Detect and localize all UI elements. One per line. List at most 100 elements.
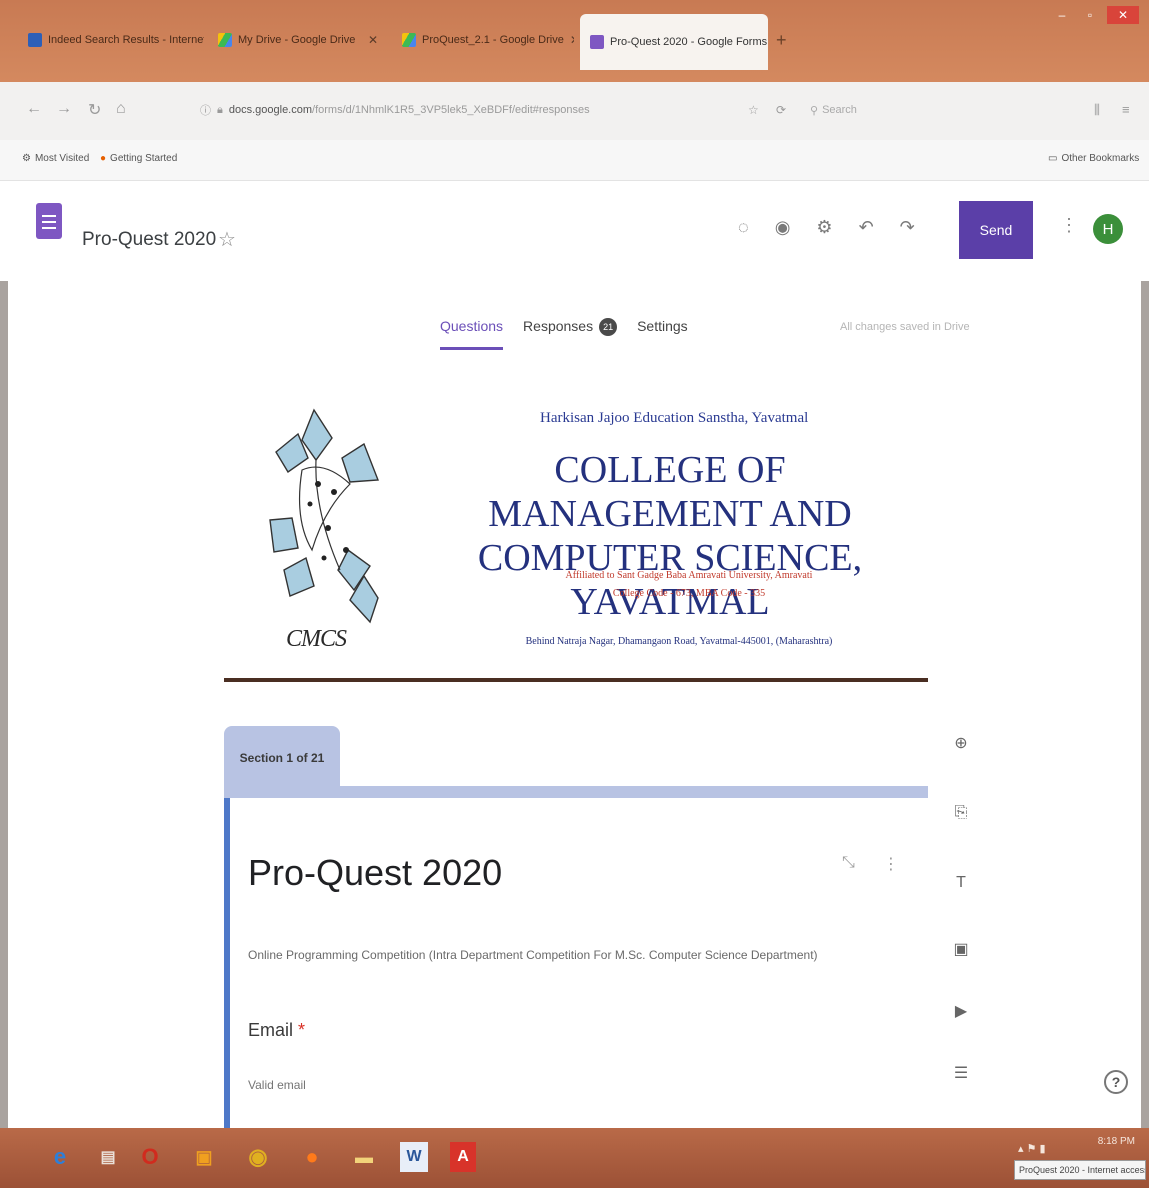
tab-responses[interactable]: Responses 21	[523, 318, 618, 350]
file-explorer-pin-icon[interactable]: ▤	[88, 1137, 128, 1177]
form-description[interactable]: Online Programming Competition (Intra De…	[248, 948, 908, 962]
bookmark-star-icon[interactable]: ☆	[748, 103, 759, 117]
section-label: Section 1 of 21	[224, 726, 340, 790]
reader-icon[interactable]: ⟳	[776, 103, 786, 117]
system-tray-icons[interactable]: ▴ ⚑ ▮	[1018, 1142, 1046, 1155]
college-name-line-1: COLLEGE OF MANAGEMENT AND	[488, 449, 852, 535]
browser-tab-label: ProQuest_2.1 - Google Drive	[422, 34, 564, 46]
internet-explorer-icon[interactable]: e	[40, 1137, 80, 1177]
bookmark-label: Other Bookmarks	[1061, 153, 1140, 164]
browser-tab-indeed[interactable]: Indeed Search Results - Internet ✕	[18, 18, 204, 62]
browser-tab-label: Pro-Quest 2020 - Google Forms	[610, 36, 768, 48]
bookmarks-bar: ⚙ Most Visited ● Getting Started ▭ Other…	[0, 140, 1149, 181]
sanstha-name: Harkisan Jajoo Education Sanstha, Yavatm…	[540, 410, 809, 426]
home-icon[interactable]: ⌂	[116, 100, 126, 118]
chrome-icon[interactable]: ◉	[238, 1137, 278, 1177]
card-title[interactable]: Pro-Quest 2020	[248, 852, 502, 894]
avatar[interactable]: H	[1093, 214, 1123, 244]
close-tab-icon[interactable]: ✕	[368, 33, 378, 47]
form-title-card[interactable]: Pro-Quest 2020 ⤡ ⋮ Online Programming Co…	[224, 798, 928, 1128]
preview-eye-icon[interactable]: ◉	[775, 217, 791, 238]
search-box[interactable]: ⚲ Search	[810, 96, 970, 124]
browser-tab-label: Indeed Search Results - Internet	[48, 34, 204, 46]
reload-icon[interactable]: ↻	[88, 100, 101, 120]
settings-gear-icon[interactable]: ⚙	[816, 217, 832, 238]
drive-icon	[402, 33, 416, 47]
lock-icon: 🔒︎	[217, 103, 223, 116]
add-section-icon[interactable]: ☰	[950, 1062, 972, 1084]
close-tab-icon[interactable]: ✕	[570, 33, 574, 47]
import-questions-icon[interactable]: ⎘	[950, 802, 972, 824]
undo-icon[interactable]: ↶	[859, 217, 874, 238]
url-text: docs.google.com/forms/d/1NhmlK1R5_3VP5le…	[228, 104, 590, 116]
email-question-label: Email *	[248, 1020, 306, 1040]
add-video-icon[interactable]: ▶	[950, 1000, 972, 1022]
taskbar: e ▤ O ▣ ◉ ● ▬ W A ▴ ⚑ ▮ 8:18 PM	[0, 1128, 1149, 1188]
window-close-icon[interactable]: ✕	[1107, 6, 1139, 24]
toolbox-icon[interactable]: ▣	[184, 1137, 224, 1177]
form-title[interactable]: Pro-Quest 2020	[82, 229, 216, 251]
responses-count-badge: 21	[599, 318, 618, 336]
add-title-icon[interactable]: T	[950, 872, 972, 894]
college-address: Behind Natraja Nagar, Dhamangaon Road, Y…	[525, 636, 833, 647]
tab-settings[interactable]: Settings	[637, 318, 688, 350]
drive-icon	[218, 33, 232, 47]
opera-icon[interactable]: O	[130, 1137, 170, 1177]
forward-icon[interactable]: →	[56, 100, 72, 118]
search-placeholder: Search	[822, 104, 857, 116]
section-bar	[224, 786, 928, 798]
search-icon: ⚲	[810, 104, 819, 117]
palette-icon[interactable]: ◌	[738, 217, 749, 238]
firefox-taskbar-icon[interactable]: ●	[292, 1137, 332, 1177]
word-icon[interactable]: W	[400, 1142, 428, 1172]
info-icon: ⓘ	[200, 105, 211, 117]
browser-navbar: ← → ↻ ⌂ ⓘ 🔒︎ docs.google.com/forms/d/1Nh…	[0, 82, 1149, 140]
window-controls: – ▫ ✕	[1051, 6, 1139, 24]
indeed-favicon-icon	[28, 33, 42, 47]
minimize-icon[interactable]: –	[1051, 6, 1073, 24]
star-icon[interactable]: ☆	[218, 227, 236, 252]
browser-tab-proquest-drive[interactable]: ProQuest_2.1 - Google Drive ✕	[392, 18, 574, 62]
email-field[interactable]	[248, 1078, 548, 1092]
forms-header: Pro-Quest 2020 ☆ ◌ ◉ ⚙ ↶ ↷ Send ⋮ H	[0, 181, 1149, 281]
back-icon[interactable]: ←	[26, 100, 42, 118]
new-tab-icon[interactable]: +	[776, 30, 787, 51]
other-bookmarks[interactable]: ▭ Other Bookmarks	[1048, 153, 1139, 164]
folder-icon: ▭	[1048, 153, 1058, 164]
library-icon[interactable]: ⫼	[1094, 102, 1100, 118]
redo-icon[interactable]: ↷	[900, 217, 915, 238]
menu-icon[interactable]: ≡	[1122, 102, 1130, 117]
required-asterisk: *	[298, 1020, 306, 1040]
collapse-icon[interactable]: ⤡	[842, 854, 855, 874]
firefox-icon: ●	[100, 153, 107, 164]
card-more-vert-icon[interactable]: ⋮	[883, 854, 899, 874]
help-icon[interactable]: ?	[1104, 1070, 1128, 1094]
folder-taskbar-icon[interactable]: ▬	[344, 1137, 384, 1177]
bookmark-most-visited[interactable]: ⚙ Most Visited	[22, 153, 89, 164]
taskbar-clock[interactable]: 8:18 PM	[1098, 1136, 1135, 1147]
send-button[interactable]: Send	[959, 201, 1033, 259]
add-question-icon[interactable]: ⊕	[950, 732, 972, 754]
tab-questions[interactable]: Questions	[440, 318, 504, 350]
browser-tabbar: Indeed Search Results - Internet ✕ My Dr…	[0, 0, 1149, 82]
header-banner: CMCS Harkisan Jajoo Education Sanstha, Y…	[224, 390, 928, 690]
add-image-icon[interactable]: ▣	[950, 938, 972, 960]
forms-logo-icon[interactable]	[36, 203, 62, 239]
browser-tab-label: My Drive - Google Drive	[238, 34, 356, 46]
browser-tab-forms[interactable]: Pro-Quest 2020 - Google Forms ✕	[580, 14, 768, 70]
bookmark-label: Getting Started	[110, 153, 178, 164]
college-logo-icon	[269, 408, 379, 624]
browser-tab-my-drive[interactable]: My Drive - Google Drive ✕	[208, 18, 388, 62]
affiliation-text: Affiliated to Sant Gadge Baba Amravati U…	[565, 570, 813, 581]
header-actions: ◌ ◉ ⚙ ↶ ↷	[738, 217, 915, 238]
card-actions: ⤡ ⋮	[842, 854, 899, 874]
bookmark-getting-started[interactable]: ● Getting Started	[100, 153, 177, 164]
address-bar[interactable]: ⓘ 🔒︎ docs.google.com/forms/d/1NhmlK1R5_3…	[200, 96, 740, 124]
forms-favicon-icon	[590, 35, 604, 49]
acrobat-icon[interactable]: A	[450, 1142, 476, 1172]
gear-icon: ⚙	[22, 153, 31, 164]
more-vert-icon[interactable]: ⋮	[1060, 215, 1078, 236]
logo-text: CMCS	[286, 626, 347, 652]
maximize-icon[interactable]: ▫	[1079, 6, 1101, 24]
save-status: All changes saved in Drive	[840, 321, 970, 333]
